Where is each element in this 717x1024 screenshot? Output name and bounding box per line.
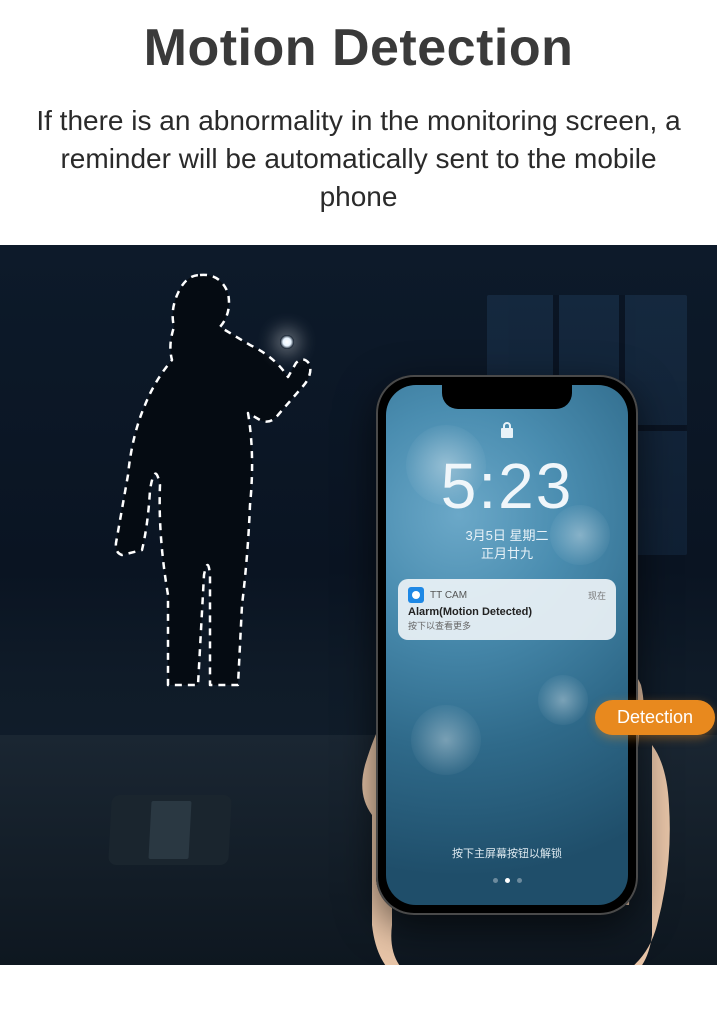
notification-card[interactable]: TT CAM 现在 Alarm(Motion Detected) 按下以查看更多 (398, 579, 616, 640)
page-subtitle: If there is an abnormality in the monito… (30, 102, 687, 215)
lock-screen-date-1: 3月5日 星期二 (386, 525, 628, 544)
lock-icon (500, 421, 514, 444)
phone-in-hand: 5:23 3月5日 星期二 正月廿九 TT CAM 现在 Alarm(Motio… (337, 365, 677, 965)
hero-section: Motion Detection If there is an abnormal… (0, 0, 717, 215)
lock-screen-date-2: 正月廿九 (386, 543, 628, 562)
lock-screen[interactable]: 5:23 3月5日 星期二 正月廿九 TT CAM 现在 Alarm(Motio… (386, 385, 628, 905)
lock-screen-time: 5:23 (386, 449, 628, 523)
page-title: Motion Detection (30, 18, 687, 78)
phone-frame: 5:23 3月5日 星期二 正月廿九 TT CAM 现在 Alarm(Motio… (376, 375, 638, 915)
app-icon (408, 587, 424, 603)
notification-time: 现在 (588, 589, 606, 602)
page-dots (386, 878, 628, 883)
swipe-hint: 按下主屏幕按钮以解锁 (386, 845, 628, 861)
detection-badge: Detection (595, 700, 715, 735)
notification-app-name: TT CAM (430, 590, 582, 601)
phone-notch (442, 385, 572, 409)
notification-title: Alarm(Motion Detected) (408, 606, 606, 618)
notification-subtitle: 按下以查看更多 (408, 619, 606, 632)
intruder-silhouette (60, 255, 340, 695)
desk-object (108, 795, 232, 865)
scene-illustration: 5:23 3月5日 星期二 正月廿九 TT CAM 现在 Alarm(Motio… (0, 245, 717, 965)
